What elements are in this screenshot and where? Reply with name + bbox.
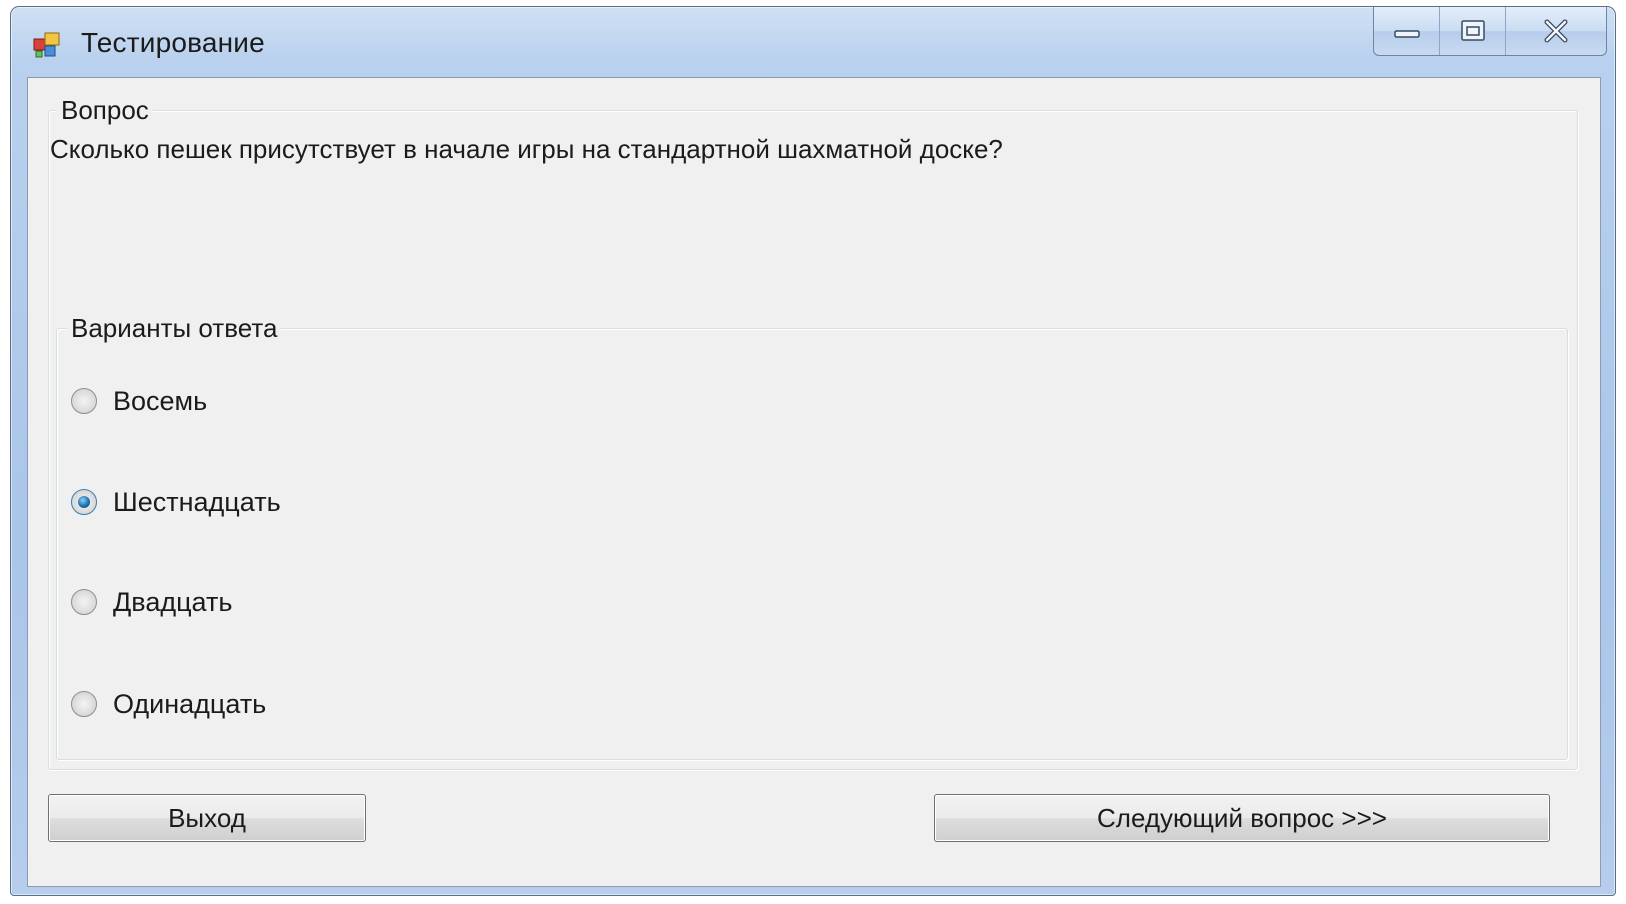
close-button[interactable] <box>1506 7 1606 55</box>
maximize-icon <box>1460 20 1485 41</box>
title-bar[interactable]: Тестирование <box>11 7 1615 77</box>
app-icon <box>33 32 60 58</box>
radio-button-selected[interactable] <box>71 489 97 515</box>
radio-button[interactable] <box>71 691 97 717</box>
minimize-button[interactable] <box>1374 7 1440 55</box>
answer-option-4[interactable]: Одинадцать <box>71 684 266 724</box>
answer-label: Двадцать <box>113 586 233 617</box>
radio-button[interactable] <box>71 589 97 615</box>
question-group-label: Вопрос <box>57 95 153 126</box>
client-area: Вопрос Сколько пешек присутствует в нача… <box>27 77 1601 887</box>
answer-option-2[interactable]: Шестнадцать <box>71 482 281 522</box>
window-title: Тестирование <box>81 27 265 58</box>
next-question-button[interactable]: Следующий вопрос >>> <box>934 794 1550 842</box>
answers-group-label: Варианты ответа <box>67 313 282 344</box>
question-text: Сколько пешек присутствует в начале игры… <box>50 134 1003 164</box>
close-icon <box>1544 19 1568 43</box>
radio-button[interactable] <box>71 388 97 414</box>
minimize-icon <box>1393 30 1420 38</box>
answer-option-1[interactable]: Восемь <box>71 381 207 421</box>
exit-button[interactable]: Выход <box>48 794 366 842</box>
caption-buttons <box>1373 7 1607 56</box>
maximize-button[interactable] <box>1440 7 1506 55</box>
answer-option-3[interactable]: Двадцать <box>71 582 232 622</box>
test-window: Тестирование Вопрос Сколько пешек присут… <box>10 6 1616 896</box>
answer-label: Шестнадцать <box>113 486 281 517</box>
answer-label: Восемь <box>113 385 208 416</box>
answers-groupbox: Варианты ответа Восемь Шестнадцать Двадц… <box>56 313 1568 760</box>
answer-label: Одинадцать <box>113 688 267 719</box>
